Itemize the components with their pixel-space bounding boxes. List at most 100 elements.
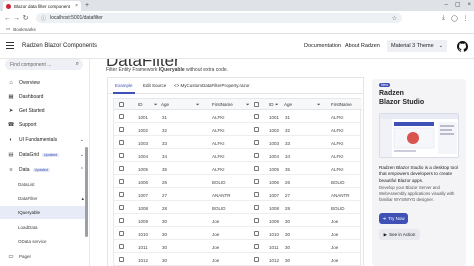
row-checkbox[interactable] [119, 166, 124, 171]
sidebar-item-ui-fundamentals[interactable]: ◐ UI Fundamentals ⌄ [0, 133, 88, 146]
hamburger-menu-icon[interactable] [6, 42, 14, 49]
sidebar-scrollbar[interactable] [85, 147, 88, 237]
site-info-icon[interactable]: ⓘ [41, 15, 46, 22]
sidebar-item-get-started[interactable]: ➤ Get Started [0, 104, 88, 117]
tab-custom-property[interactable]: <> MyCustomDataFilterProperty.razor [174, 83, 250, 88]
profile-icon[interactable]: ◯ [449, 15, 460, 22]
sidebar-item-loaddata[interactable]: LoadData [0, 221, 88, 234]
bookmark-star-icon[interactable]: ☆ [392, 15, 397, 22]
row-checkbox[interactable] [119, 192, 124, 197]
row-checkbox[interactable] [119, 218, 124, 223]
download-icon[interactable]: ⤓ [438, 15, 449, 22]
select-all-checkbox[interactable] [119, 102, 124, 107]
sidebar-item-datagrid[interactable]: ▤ DataGrid Updated ⌄ [0, 148, 88, 161]
filter-icon[interactable]: ⏷ [275, 102, 279, 107]
table-row[interactable]: 1003 33 ALFKI 1003 33 ALFKI [114, 137, 362, 149]
sidebar-item-overview[interactable]: ⌂ Overview [0, 76, 88, 89]
sidebar-item-iqueryable[interactable]: IQueryable [0, 206, 88, 219]
about-link[interactable]: About Radzen [345, 43, 380, 49]
theme-select[interactable]: Material 3 Theme ⌄ [387, 40, 447, 52]
row-checkbox[interactable] [119, 179, 124, 184]
table-cell: 30 [162, 232, 168, 237]
table-row[interactable]: 1006 26 BOLID 1006 26 BOLID [114, 176, 362, 188]
filter-icon[interactable]: ⏷ [246, 102, 250, 107]
table-row[interactable]: 1011 30 Joe 1011 30 Joe [114, 241, 362, 253]
table-cell: ALFKI [212, 115, 225, 120]
table-row[interactable]: 1005 35 ALFKI 1005 35 ALFKI [114, 163, 362, 175]
row-checkbox[interactable] [254, 231, 259, 236]
table-cell: BOLID [331, 206, 345, 211]
row-checkbox[interactable] [254, 153, 259, 158]
column-header-firstname[interactable]: FirstName [331, 102, 352, 107]
see-in-action-button[interactable]: ▶ See in Action [379, 229, 420, 240]
table-row[interactable]: 1002 32 ALFKI 1002 32 ALFKI [114, 124, 362, 136]
back-icon[interactable]: ← [3, 15, 12, 22]
more-icon[interactable]: ⋮ [460, 15, 471, 22]
browser-tab[interactable]: Blazor data filter component × [3, 1, 81, 11]
row-checkbox[interactable] [254, 114, 259, 119]
url-input[interactable]: ⓘ localhost:5001/datafilter ☆ [36, 13, 402, 23]
new-tab-icon[interactable]: + [85, 2, 89, 9]
updated-badge: Updated [32, 167, 50, 172]
github-icon[interactable] [457, 41, 468, 52]
brand-title[interactable]: Radzen Blazor Components [22, 43, 97, 49]
table-cell: 1006 [269, 180, 280, 185]
row-checkbox[interactable] [254, 218, 259, 223]
row-checkbox[interactable] [119, 205, 124, 210]
row-checkbox[interactable] [119, 127, 124, 132]
column-header-age[interactable]: Age [161, 102, 169, 107]
table-row[interactable]: 1008 28 BOLID 1008 28 BOLID [114, 202, 362, 214]
row-checkbox[interactable] [119, 140, 124, 145]
column-header-id[interactable]: ID [138, 102, 143, 107]
row-checkbox[interactable] [254, 244, 259, 249]
row-checkbox[interactable] [254, 257, 259, 262]
table-row[interactable]: 1004 34 ALFKI 1004 34 ALFKI [114, 150, 362, 162]
bookmarks-label[interactable]: Bookmarks [13, 27, 36, 32]
search-input[interactable]: Find component ... ⌕ [5, 59, 83, 70]
minimize-icon[interactable]: – [444, 1, 447, 9]
row-checkbox[interactable] [119, 231, 124, 236]
sidebar-item-data[interactable]: ≡ Data Updated ⌃ [0, 163, 88, 176]
sidebar-item-pager[interactable]: ▭ Pager [0, 250, 88, 263]
column-header-firstname[interactable]: FirstName [212, 102, 233, 107]
select-all-checkbox[interactable] [254, 102, 259, 107]
table-cell: 1004 [138, 154, 149, 159]
documentation-link[interactable]: Documentation [304, 43, 341, 49]
column-header-age[interactable]: Age [284, 102, 292, 107]
filter-icon[interactable]: ⏷ [317, 102, 321, 107]
row-checkbox[interactable] [119, 153, 124, 158]
sidebar-item-datafilter[interactable]: DataFilter ▴ [0, 192, 88, 205]
row-checkbox[interactable] [254, 179, 259, 184]
row-checkbox[interactable] [254, 140, 259, 145]
row-checkbox[interactable] [254, 205, 259, 210]
tab-example[interactable]: Example [115, 83, 133, 88]
chevron-down-icon: ⌄ [79, 151, 84, 158]
tab-edit-source[interactable]: Edit Source [143, 83, 166, 88]
row-checkbox[interactable] [254, 127, 259, 132]
row-checkbox[interactable] [254, 192, 259, 197]
close-tab-icon[interactable]: × [75, 3, 78, 9]
table-row[interactable]: 1009 30 Joe 1009 30 Joe [114, 215, 362, 227]
maximize-icon[interactable]: ▢ [455, 1, 461, 9]
table-row[interactable]: 1010 30 Joe 1010 30 Joe [114, 228, 362, 240]
filter-icon[interactable]: ⏷ [196, 102, 200, 107]
try-now-button[interactable]: ➜ Try Now [379, 213, 408, 224]
sidebar-item-dashboard[interactable]: ▦ Dashboard [0, 90, 88, 103]
table-row[interactable]: 1012 30 Joe 1012 30 Joe [114, 254, 362, 266]
column-header-id[interactable]: ID [269, 102, 274, 107]
sidebar-item-datalist[interactable]: DataList [0, 178, 88, 191]
table-row[interactable]: 1001 31 ALFKI 1001 31 ALFKI [114, 111, 362, 123]
row-checkbox[interactable] [119, 244, 124, 249]
row-checkbox[interactable] [254, 166, 259, 171]
sidebar-item-odata-service[interactable]: OData service [0, 235, 88, 248]
row-checkbox[interactable] [119, 257, 124, 262]
sidebar-item-support[interactable]: ☎ Support [0, 118, 88, 131]
reload-icon[interactable]: ↻ [21, 14, 30, 22]
table-cell: ALFKI [212, 154, 225, 159]
promo-description: Radzen Blazor Studio is a desktop tool t… [379, 165, 458, 183]
table-row[interactable]: 1007 27 ANANTR 1007 27 ANANTR [114, 189, 362, 201]
close-window-icon[interactable]: × [467, 1, 471, 9]
forward-icon[interactable]: → [12, 15, 21, 22]
filter-icon[interactable]: ⏷ [154, 102, 158, 107]
row-checkbox[interactable] [119, 114, 124, 119]
